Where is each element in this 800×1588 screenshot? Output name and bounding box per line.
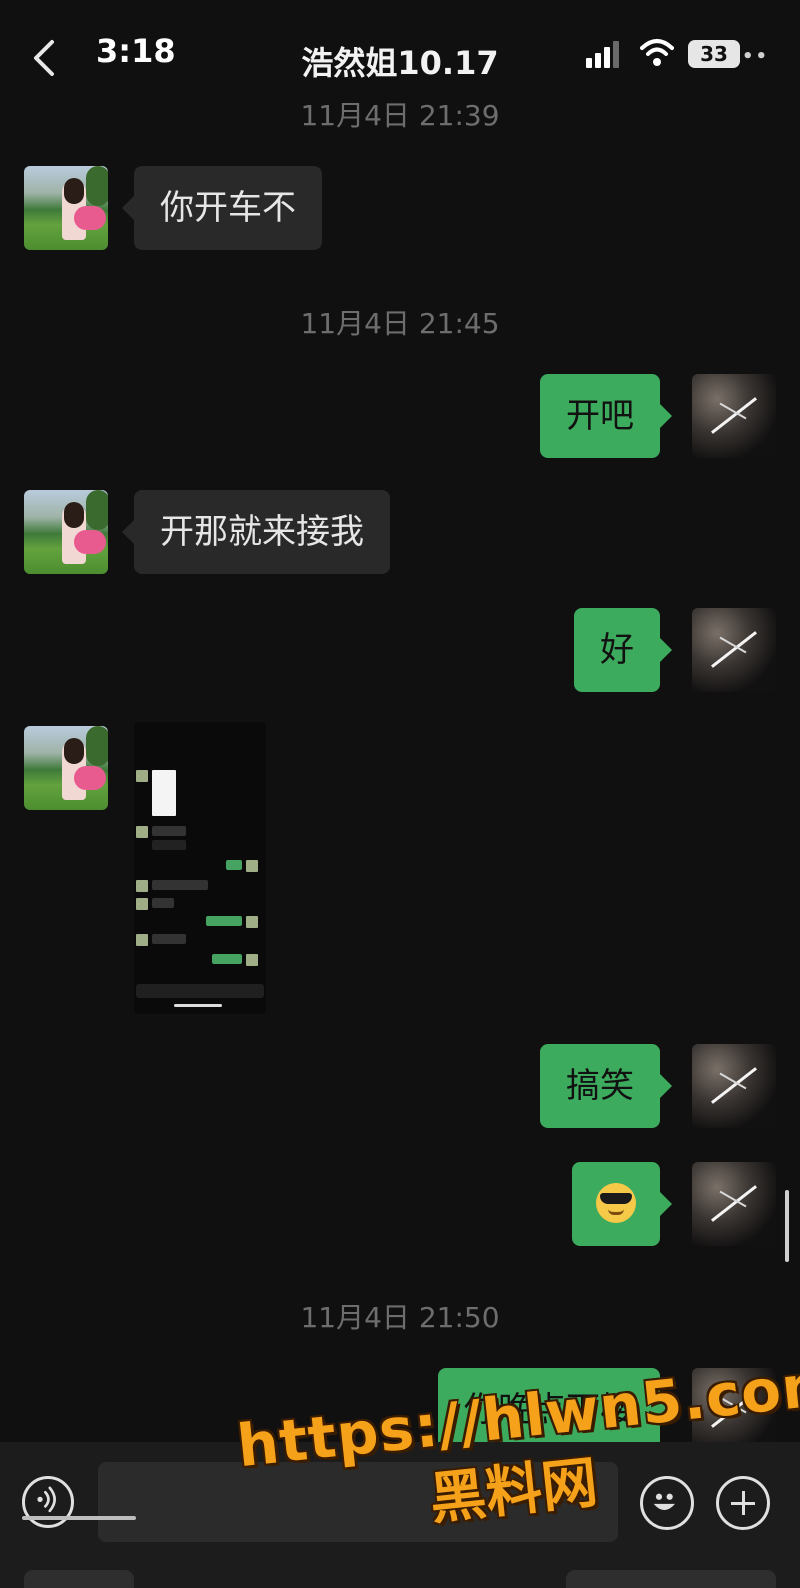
cellular-signal-icon bbox=[584, 40, 624, 68]
message-bubble-received[interactable]: 开那就来接我 bbox=[122, 490, 390, 574]
timestamp: 11月4日 21:39 bbox=[300, 99, 500, 132]
timestamp: 11月4日 21:50 bbox=[300, 1301, 500, 1334]
more-icon[interactable]: •• bbox=[742, 46, 769, 67]
contact-avatar[interactable] bbox=[24, 726, 108, 810]
image-message-screenshot[interactable] bbox=[134, 722, 266, 1014]
bottom-edge bbox=[24, 1570, 134, 1588]
message-bubble-sent[interactable]: 开吧 bbox=[540, 374, 672, 458]
message-bubble-sent[interactable]: 好 bbox=[574, 608, 672, 692]
voice-input-icon[interactable] bbox=[22, 1476, 74, 1528]
user-avatar[interactable] bbox=[692, 608, 776, 692]
vertical-scrollbar[interactable] bbox=[785, 1190, 789, 1262]
battery-icon: 33 bbox=[688, 40, 740, 68]
user-avatar[interactable] bbox=[692, 1044, 776, 1128]
message-bubble-sent[interactable]: 搞笑 bbox=[540, 1044, 672, 1128]
message-bubble-sent[interactable] bbox=[572, 1162, 672, 1246]
sunglasses-emoji-icon bbox=[596, 1182, 636, 1223]
wifi-icon bbox=[640, 38, 674, 68]
timestamp: 11月4日 21:45 bbox=[300, 307, 500, 340]
contact-avatar[interactable] bbox=[24, 166, 108, 250]
bottom-edge bbox=[566, 1570, 776, 1588]
contact-avatar[interactable] bbox=[24, 490, 108, 574]
user-avatar[interactable] bbox=[692, 1162, 776, 1246]
chat-title: 浩然姐10.17 bbox=[301, 44, 499, 82]
horizontal-scrollbar[interactable] bbox=[22, 1516, 136, 1520]
user-avatar[interactable] bbox=[692, 374, 776, 458]
message-bubble-received[interactable]: 你开车不 bbox=[122, 166, 322, 250]
navigation-bar: 3:18 浩然姐10.17 33 •• bbox=[0, 0, 800, 100]
